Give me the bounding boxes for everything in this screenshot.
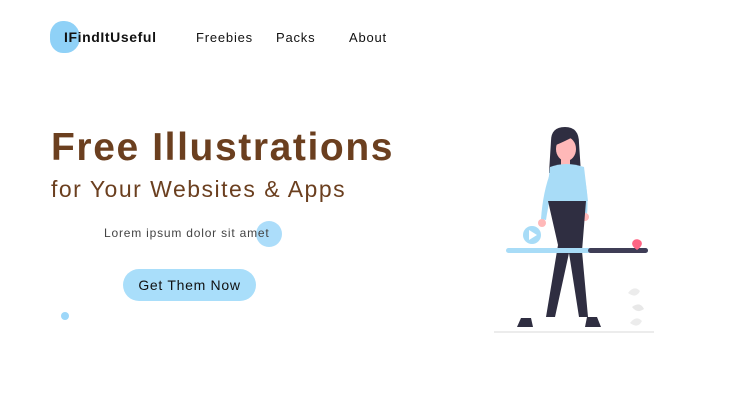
- decorative-dot: [61, 312, 69, 320]
- top-nav: IFindItUseful Freebies Packs About: [0, 0, 750, 75]
- nav-link-freebies[interactable]: Freebies: [196, 30, 253, 45]
- logo-text: IFindItUseful: [64, 29, 157, 45]
- nav-link-packs[interactable]: Packs: [276, 30, 315, 45]
- hero-body-text: Lorem ipsum dolor sit amet: [104, 226, 270, 240]
- person-illustration: [494, 127, 654, 333]
- nav-link-about[interactable]: About: [349, 30, 387, 45]
- logo[interactable]: IFindItUseful: [50, 20, 200, 56]
- hero-subtitle: for Your Websites & Apps: [51, 176, 347, 202]
- get-them-now-button[interactable]: Get Them Now: [123, 269, 256, 301]
- hero-title: Free Illustrations: [51, 126, 395, 169]
